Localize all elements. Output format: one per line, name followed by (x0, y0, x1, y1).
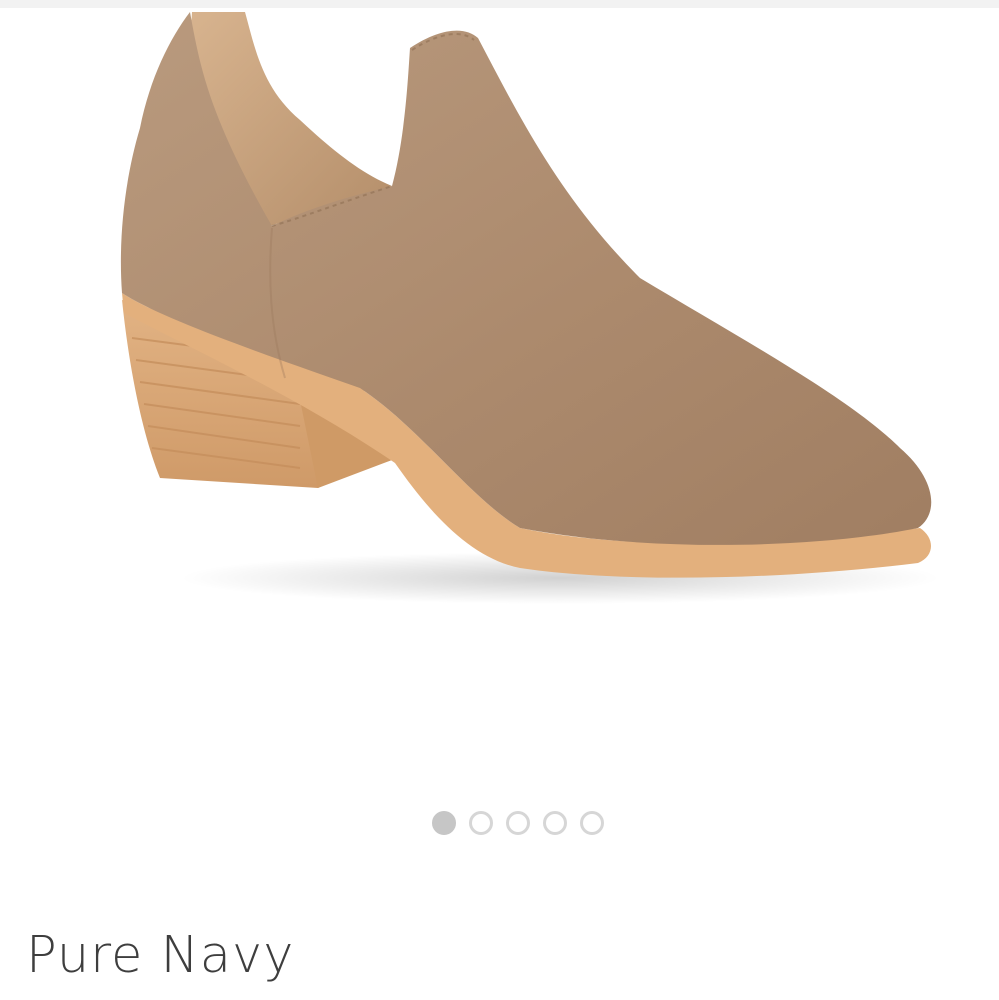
product-image[interactable] (0, 8, 999, 628)
shoe-illustration (120, 12, 940, 604)
carousel-dot-3[interactable] (506, 811, 530, 835)
brand-name[interactable]: Pure Navy (26, 926, 294, 985)
carousel-dot-5[interactable] (580, 811, 604, 835)
carousel-dot-2[interactable] (469, 811, 493, 835)
carousel-dot-1[interactable] (432, 811, 456, 835)
image-carousel-pager (432, 808, 604, 838)
top-divider (0, 0, 999, 8)
product-page: Pure Navy (0, 0, 999, 1000)
carousel-dot-4[interactable] (543, 811, 567, 835)
